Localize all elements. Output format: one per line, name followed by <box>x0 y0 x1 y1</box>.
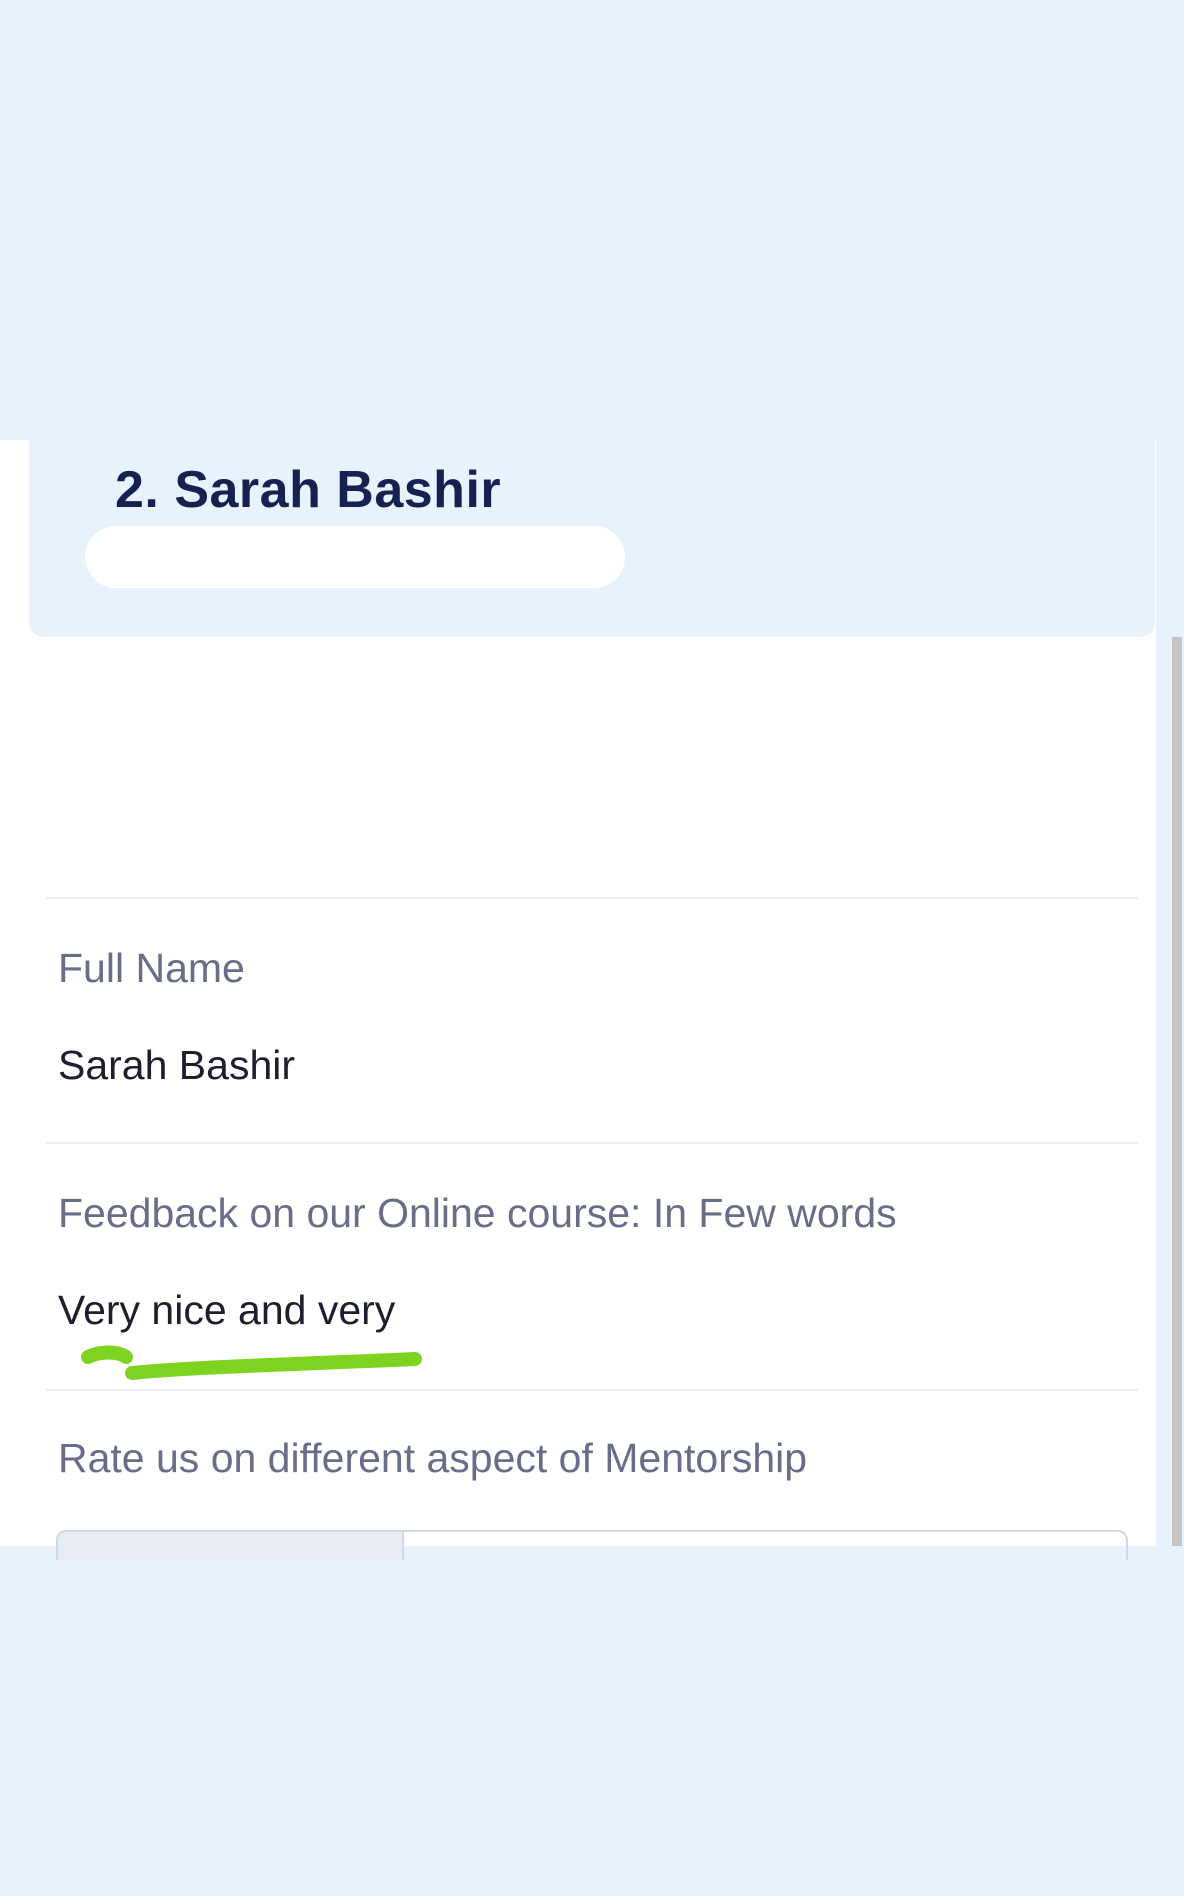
scrollbar[interactable] <box>1172 637 1182 1546</box>
response-title: 2. Sarah Bashir <box>115 461 502 519</box>
field-label-full-name: Full Name <box>58 945 245 991</box>
divider <box>46 1142 1138 1144</box>
field-value-full-name: Sarah Bashir <box>58 1042 296 1088</box>
redacted-subtitle <box>85 526 625 588</box>
field-value-feedback: Very nice and very <box>58 1287 396 1333</box>
rating-table-header-cell <box>58 1532 404 1560</box>
rating-table <box>56 1530 1128 1560</box>
field-label-mentorship-rating: Rate us on different aspect of Mentorshi… <box>58 1435 808 1481</box>
field-label-feedback: Feedback on our Online course: In Few wo… <box>58 1190 897 1236</box>
response-header: 2. Sarah Bashir <box>29 440 1155 637</box>
divider <box>46 1389 1138 1391</box>
highlight-underline-mark <box>81 1345 422 1380</box>
divider <box>46 897 1138 899</box>
